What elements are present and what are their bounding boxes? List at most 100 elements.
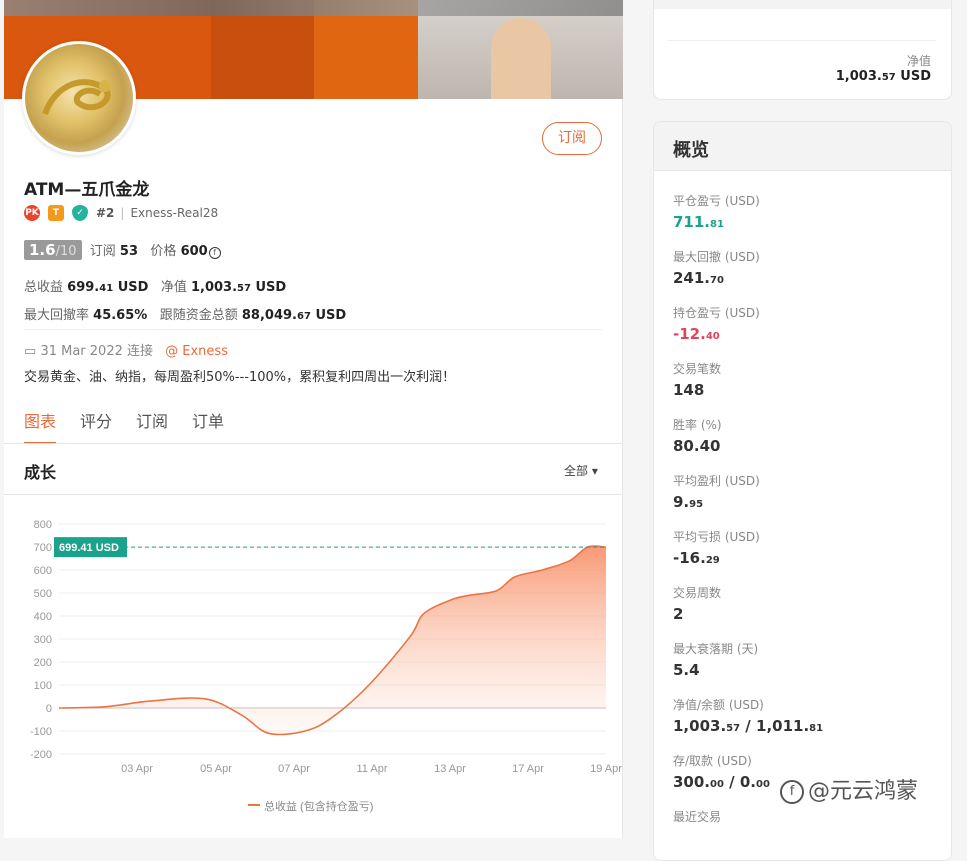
y-tick-label: 500 — [34, 588, 52, 600]
pk-badge-icon: PK — [24, 205, 40, 221]
overview-title: 概览 — [673, 140, 709, 161]
separator: | — [120, 206, 125, 220]
overview-item-label: 胜率 (%) — [673, 418, 722, 432]
price: 600 — [180, 244, 208, 259]
equity-card: 净值 1,003.57 USD — [653, 0, 952, 100]
overview-item: 最近交易 — [673, 808, 933, 829]
rank: #2 — [96, 206, 115, 220]
equity-label: 净值 — [906, 54, 931, 68]
equity-value: 1,003.57 USD — [835, 69, 931, 84]
overview-item-label: 持仓盈亏 (USD) — [673, 306, 760, 320]
growth-title: 成长 — [24, 463, 57, 482]
avatar[interactable] — [22, 41, 136, 155]
overview-item-value: 9.95 — [673, 493, 704, 511]
tab-orders[interactable]: 订单 — [192, 408, 224, 444]
y-tick-label: 800 — [34, 519, 52, 531]
y-tick-label: 200 — [34, 657, 52, 669]
dragon-icon — [42, 79, 111, 116]
overview-item: 最大衰落期 (天) 5.4 — [673, 640, 933, 679]
x-tick-label: 07 Apr — [278, 763, 310, 775]
subscribe-count: 53 — [119, 244, 139, 259]
overview-item: 交易周数 2 — [673, 584, 933, 623]
overview-item-value: -16.29 — [673, 549, 720, 567]
overview-item-label: 交易周数 — [673, 586, 722, 600]
account-name: Exness-Real28 — [130, 206, 219, 220]
overview-item: 持仓盈亏 (USD) -12.40 — [673, 304, 933, 343]
y-tick-label: 700 — [34, 542, 52, 554]
overview-item: 净值/余额 (USD) 1,003.57 / 1,011.81 — [673, 696, 933, 735]
x-tick-label: 03 Apr — [121, 763, 153, 775]
x-tick-label: 17 Apr — [512, 763, 544, 775]
y-tick-label: 300 — [34, 634, 52, 646]
profile-tabs: 图表 评分 订阅 订单 — [24, 408, 248, 444]
tab-chart[interactable]: 图表 — [24, 408, 57, 444]
x-tick-label: 11 Apr — [357, 763, 388, 775]
overview-item-value: -12.40 — [673, 325, 720, 343]
growth-divider — [4, 494, 623, 495]
overview-item: 胜率 (%) 80.40 — [673, 416, 933, 455]
max-drawdown: 45.65% — [93, 308, 148, 323]
score-badge: 1.6/10 — [24, 240, 82, 260]
overview-item-label: 交易笔数 — [673, 362, 722, 376]
calendar-icon: ▭ — [24, 344, 37, 359]
legend-label: 总收益 (包含持仓盈亏) — [264, 799, 373, 813]
profit-row: 总收益 699.41 USD 净值 1,003.57 USD — [24, 280, 287, 295]
overview-item-label: 净值/余额 (USD) — [673, 698, 764, 712]
broker-link[interactable]: @ Exness — [165, 344, 228, 359]
overview-item-value: 241.70 — [673, 269, 724, 287]
coin-icon: f — [208, 247, 221, 259]
overview-item-label: 最大回撤 (USD) — [673, 250, 760, 264]
current-value-label: 699.41 USD — [59, 542, 119, 554]
subscribe-button[interactable]: 订阅 — [542, 122, 602, 155]
overview-item-value: 711.81 — [673, 213, 724, 231]
tab-subscriptions[interactable]: 订阅 — [136, 408, 168, 444]
equity-card-header — [654, 0, 951, 9]
watermark: f @元云鸿蒙 — [780, 773, 918, 805]
overview-item-value: 5.4 — [673, 661, 700, 679]
overview-item-value: 2 — [673, 605, 684, 623]
x-tick-label: 13 Apr — [434, 763, 466, 775]
growth-chart: 800 700 600 500 400 300 200 100 0 -100 -200 03 Apr… — [30, 519, 622, 813]
caret-down-icon: ▾ — [591, 464, 598, 478]
y-tick-label: 600 — [34, 565, 52, 577]
total-profit: 699.41 USD — [67, 280, 149, 295]
tab-rating[interactable]: 评分 — [80, 408, 112, 444]
equity: 1,003.57 USD — [190, 280, 287, 295]
trader-name: ATM—五爪金龙 — [24, 180, 150, 200]
y-tick-label: 0 — [46, 703, 52, 715]
y-tick-label: -100 — [30, 726, 52, 738]
overview-item: 平仓盈亏 (USD) 711.81 — [673, 192, 933, 231]
divider — [24, 329, 602, 330]
overview-item-label: 平仓盈亏 (USD) — [673, 194, 760, 208]
drawdown-row: 最大回撤率 45.65% 跟随资金总额 88,049.67 USD — [24, 308, 347, 323]
watermark-logo-icon: f — [780, 780, 804, 804]
overview-item: 最大回撤 (USD) 241.70 — [673, 248, 933, 287]
overview-item-label: 平均亏损 (USD) — [673, 530, 760, 544]
overview-card: 概览 平仓盈亏 (USD) 711.81 最大回撤 (USD) 241.70 持仓盈亏 … — [653, 121, 952, 861]
overview-item: 平均盈利 (USD) 9.95 — [673, 472, 933, 511]
overview-item: 交易笔数 148 — [673, 360, 933, 399]
strategy-description: 交易黄金、油、纳指，每周盈利50%---100%，累积复利四周出一次利润！ — [24, 370, 456, 385]
overview-item-value: 148 — [673, 381, 705, 399]
range-select[interactable]: 全部 ▾ — [564, 462, 598, 479]
shield-check-icon: ✓ — [72, 205, 88, 221]
overview-item-label: 平均盈利 (USD) — [673, 474, 760, 488]
banner-top-strip — [4, 0, 623, 16]
legend-swatch — [248, 804, 260, 806]
divider — [668, 40, 936, 41]
overview-item-label: 最近交易 — [673, 810, 722, 824]
overview-item-value: 80.40 — [673, 437, 721, 455]
joined-info: ▭ 31 Mar 2022 连接 @ Exness — [24, 344, 228, 359]
overview-item-value: 1,003.57 / 1,011.81 — [673, 717, 824, 735]
y-tick-label: 100 — [34, 680, 52, 692]
overview-item: 平均亏损 (USD) -16.29 — [673, 528, 933, 567]
overview-item-label: 最大衰落期 (天) — [673, 642, 759, 656]
score-row: 1.6/10 订阅 53 价格 600 f — [24, 240, 221, 260]
x-tick-label: 05 Apr — [200, 763, 232, 775]
y-tick-label: -200 — [30, 749, 52, 761]
profile-panel: 订阅 ATM—五爪金龙 PK T ✓ #2 | Exness-Real28 1.… — [4, 0, 623, 838]
follow-funds: 88,049.67 USD — [241, 308, 347, 323]
y-tick-label: 400 — [34, 611, 52, 623]
banner-person — [491, 18, 551, 99]
overview-item-label: 存/取款 (USD) — [673, 754, 752, 768]
